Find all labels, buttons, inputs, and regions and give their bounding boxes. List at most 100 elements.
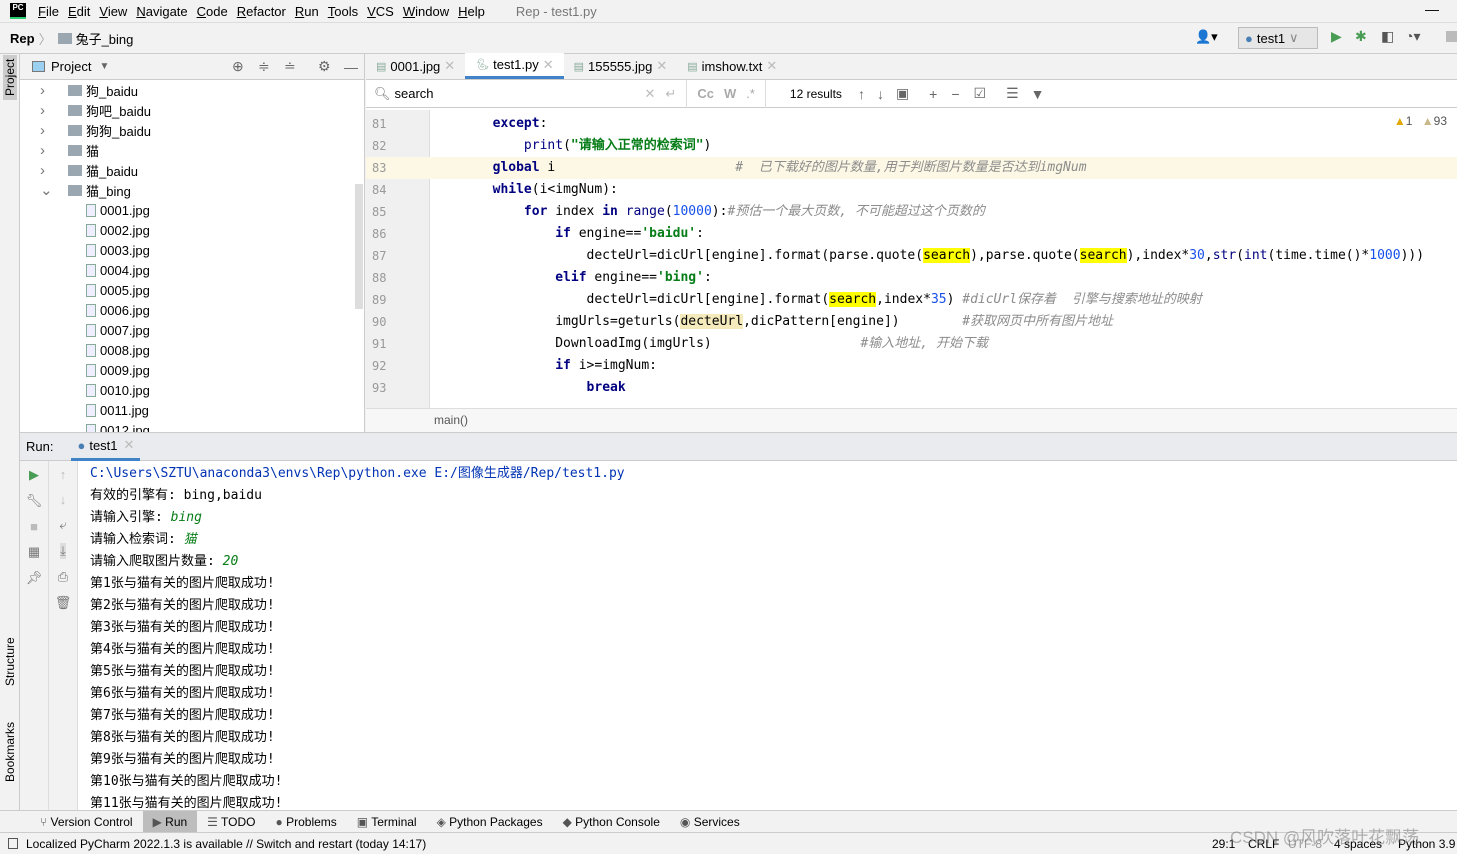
tool-python-console[interactable]: ◆ Python Console (553, 811, 670, 833)
trash-icon[interactable]: 🗑︎ (55, 595, 72, 611)
chevron-down-icon[interactable]: ⌄ (40, 181, 62, 199)
tree-item[interactable]: 0002.jpg (20, 220, 364, 240)
tree-item[interactable]: › 狗_baidu (20, 80, 364, 100)
expand-all-icon[interactable]: ≑ (258, 58, 270, 75)
breadcrumb-project[interactable]: Rep (10, 31, 35, 46)
tree-item[interactable]: › 狗狗_baidu (20, 120, 364, 140)
select-occurrences-icon[interactable]: ☑ (974, 85, 987, 102)
minimize-icon[interactable]: — (1425, 1, 1439, 17)
tool-todo[interactable]: ☰ TODO (197, 811, 265, 833)
tree-item[interactable]: 0005.jpg (20, 280, 364, 300)
chevron-right-icon[interactable]: › (40, 142, 62, 159)
tree-item[interactable]: 0003.jpg (20, 240, 364, 260)
tool-terminal[interactable]: ▣ Terminal (347, 811, 427, 833)
run-icon[interactable]: ▶ (1331, 28, 1342, 45)
chevron-right-icon[interactable]: › (40, 162, 62, 179)
tree-item[interactable]: 0011.jpg (20, 400, 364, 420)
tree-item[interactable]: 0004.jpg (20, 260, 364, 280)
scroll-to-end-icon[interactable]: ⤓ (60, 543, 66, 559)
debug-icon[interactable]: ✱ (1355, 28, 1367, 45)
tree-item[interactable]: 0007.jpg (20, 320, 364, 340)
project-tool-button[interactable]: Project (3, 54, 17, 100)
scrollbar[interactable] (355, 184, 363, 309)
project-title[interactable]: Project (51, 59, 91, 74)
tree-item[interactable]: › 猫 (20, 140, 364, 160)
menu-refactor[interactable]: Refactor (237, 4, 286, 19)
tree-item[interactable]: 0012.jpg (20, 420, 364, 432)
chevron-right-icon[interactable]: › (40, 122, 62, 139)
new-line-icon[interactable]: ↵ (665, 86, 676, 102)
menu-window[interactable]: Window (403, 4, 449, 19)
soft-wrap-icon[interactable]: ⤶ (59, 517, 66, 533)
tool-run[interactable]: ▶ Run (142, 810, 198, 833)
tool-services[interactable]: ◉ Services (670, 811, 750, 833)
close-icon[interactable]: ✕ (124, 437, 135, 453)
regex-toggle[interactable]: .* (746, 86, 755, 101)
menu-edit[interactable]: Edit (68, 4, 90, 19)
hide-icon[interactable]: — (344, 59, 358, 75)
tab-imshow-txt[interactable]: ▤ imshow.txt ✕ (677, 53, 787, 79)
run-config-select[interactable]: ● test1 ∨ (1238, 27, 1318, 49)
stop-icon[interactable] (1446, 31, 1457, 42)
tool-version-control[interactable]: ⑂ Version Control (30, 811, 143, 833)
close-icon[interactable]: ✕ (444, 58, 455, 74)
gear-icon[interactable]: ⚙ (318, 58, 331, 75)
structure-tool-button[interactable]: Structure (3, 637, 17, 686)
tab-0001-jpg[interactable]: ▤ 0001.jpg ✕ (366, 53, 465, 79)
vcs-user-icon[interactable]: 👤▾ (1195, 29, 1218, 45)
collapse-all-icon[interactable]: ≐ (284, 58, 296, 75)
inspection-widget[interactable]: ▲1 ▲93 (1394, 114, 1447, 128)
menu-file[interactable]: File (38, 4, 59, 19)
console-output[interactable]: C:\Users\SZTU\anaconda3\envs\Rep\python.… (78, 461, 1457, 811)
previous-occurrence-icon[interactable]: ↑ (858, 86, 865, 102)
match-case-toggle[interactable]: Cc (697, 86, 714, 101)
bookmarks-tool-button[interactable]: Bookmarks (3, 722, 17, 782)
code-breadcrumb[interactable]: main() (366, 408, 1457, 432)
menu-code[interactable]: Code (197, 4, 228, 19)
remove-occurrence-icon[interactable]: − (951, 86, 959, 102)
chevron-right-icon[interactable]: › (40, 82, 62, 99)
stop-icon[interactable]: ■ (30, 519, 38, 534)
filter-icon[interactable]: ▼ (1031, 86, 1045, 102)
tree-item[interactable]: 0006.jpg (20, 300, 364, 320)
tree-item[interactable]: 0010.jpg (20, 380, 364, 400)
locate-icon[interactable]: ⊕ (232, 58, 244, 75)
print-icon[interactable]: ⎙ (58, 569, 68, 585)
next-occurrence-icon[interactable]: ↓ (877, 86, 884, 102)
filter-lines-icon[interactable]: ☰ (1006, 85, 1019, 102)
chevron-down-icon[interactable]: ▼ (99, 61, 109, 72)
status-message[interactable]: Localized PyCharm 2022.1.3 is available … (26, 837, 426, 851)
tree-item[interactable]: › 狗吧_baidu (20, 100, 364, 120)
menu-view[interactable]: View (99, 4, 127, 19)
menu-navigate[interactable]: Navigate (136, 4, 187, 19)
tree-item[interactable]: 0009.jpg (20, 360, 364, 380)
menu-tools[interactable]: Tools (328, 4, 358, 19)
menu-vcs[interactable]: VCS (367, 4, 394, 19)
tool-python-packages[interactable]: ◈ Python Packages (427, 811, 553, 833)
menu-run[interactable]: Run (295, 4, 319, 19)
close-icon[interactable]: ✕ (766, 58, 777, 74)
rerun-icon[interactable]: ▶ (29, 467, 39, 483)
tree-item[interactable]: 0008.jpg (20, 340, 364, 360)
words-toggle[interactable]: W (724, 86, 736, 101)
tree-item[interactable]: ⌄ 猫_bing (20, 180, 364, 200)
code-area[interactable]: 81 except: 82 print("请输入正常的检索词") 83 global… (366, 110, 1457, 408)
tab-test1-py[interactable]: 🐍︎ test1.py ✕ (465, 53, 564, 79)
menu-help[interactable]: Help (458, 4, 485, 19)
select-all-occurrences-icon[interactable]: ▣ (896, 85, 909, 102)
up-icon[interactable]: ↑ (60, 467, 67, 482)
down-icon[interactable]: ↓ (60, 492, 67, 507)
tree-item[interactable]: 0001.jpg (20, 200, 364, 220)
profile-icon[interactable]: ◔▾ (1405, 28, 1420, 45)
tab-155555-jpg[interactable]: ▤ 155555.jpg ✕ (564, 53, 678, 79)
tool-problems[interactable]: ● Problems (266, 811, 347, 833)
breadcrumb-folder[interactable]: 兔子_bing (76, 29, 134, 48)
layout-icon[interactable]: ▦ (28, 544, 40, 560)
chevron-right-icon[interactable]: › (40, 102, 62, 119)
clear-icon[interactable]: ✕ (645, 86, 656, 102)
close-icon[interactable]: ✕ (543, 57, 554, 73)
search-input[interactable] (394, 86, 615, 101)
wrench-icon[interactable]: 🔧︎ (26, 493, 43, 509)
add-occurrence-icon[interactable]: + (929, 86, 937, 102)
run-tab[interactable]: ● test1 ✕ (71, 433, 141, 461)
